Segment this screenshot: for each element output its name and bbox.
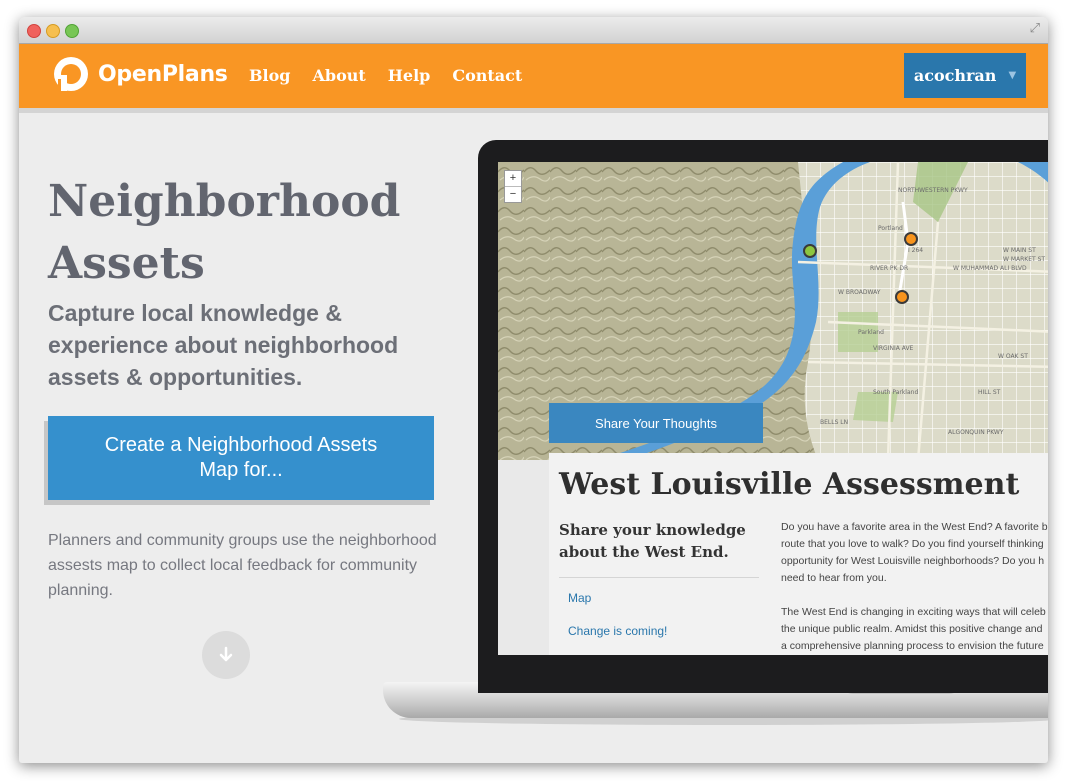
zoom-in-button[interactable]: + xyxy=(505,171,521,186)
minimize-window-button[interactable] xyxy=(46,24,60,38)
hero-subtitle: Capture local knowledge & experience abo… xyxy=(48,300,399,390)
map-zoom-control: + − xyxy=(504,170,522,203)
share-thoughts-button[interactable]: Share Your Thoughts xyxy=(549,403,763,443)
openplans-logo-icon xyxy=(52,55,90,93)
arrow-down-icon xyxy=(219,646,233,662)
map-label-i264: I 264 xyxy=(908,247,923,254)
map-label-main: W MAIN ST xyxy=(1003,247,1036,254)
create-map-button-label: Create a Neighborhood Assets Map for... xyxy=(104,434,378,481)
map-label-parkland: Parkland xyxy=(858,329,884,336)
paragraph1-line: opportunity for West Louisville neighbor… xyxy=(781,555,1045,567)
map-marker-orange-1[interactable] xyxy=(904,232,918,246)
brand-logo[interactable]: OpenPlans xyxy=(52,55,228,93)
laptop-frame: NORTHWESTERN PKWY Portland I 264 W MAIN … xyxy=(478,140,1048,693)
map-label-virginia: VIRGINIA AVE xyxy=(873,345,914,352)
preview-body-text: Do you have a favorite area in the West … xyxy=(781,519,1048,655)
create-map-button[interactable]: Create a Neighborhood Assets Map for... xyxy=(48,416,434,500)
chevron-down-icon: ▼ xyxy=(1008,70,1017,81)
close-window-button[interactable] xyxy=(27,24,41,38)
preview-link-change[interactable]: Change is coming! xyxy=(568,624,667,638)
map-label-northwestern: NORTHWESTERN PKWY xyxy=(898,187,968,194)
zoom-out-button[interactable]: − xyxy=(505,186,521,202)
map-marker-green[interactable] xyxy=(803,244,817,258)
panel-divider xyxy=(559,577,759,578)
paragraph1-line: Do you have a favorite area in the West … xyxy=(781,521,1048,533)
nav-link-blog[interactable]: Blog xyxy=(249,66,290,85)
user-menu-button[interactable]: acochran ▼ xyxy=(904,53,1026,98)
preview-info-panel: West Louisville Assessment Share your kn… xyxy=(549,453,1048,655)
hero-title: Neighborhood Assets xyxy=(48,176,401,289)
map-label-algonquin: ALGONQUIN PKWY xyxy=(948,429,1004,436)
map-label-portland: Portland xyxy=(878,225,903,232)
map-label-river-pk: RIVER PK DR xyxy=(870,265,908,272)
map-label-oak: W OAK ST xyxy=(998,353,1028,360)
browser-window: ⤢ OpenPlans Blog About Help Contact acoc… xyxy=(19,17,1048,763)
paragraph2-line: the unique public realm. Amidst this pos… xyxy=(781,623,1043,635)
preview-subtitle: Share your knowledge about the West End. xyxy=(559,521,746,561)
paragraph2-line: a comprehensive planning process to envi… xyxy=(781,640,1044,652)
nav-link-help[interactable]: Help xyxy=(388,66,431,85)
map-marker-orange-2[interactable] xyxy=(895,290,909,304)
fullscreen-icon[interactable]: ⤢ xyxy=(1030,21,1040,36)
paragraph1-line: need to hear from you. xyxy=(781,572,887,584)
window-titlebar: ⤢ xyxy=(19,17,1048,44)
nav-link-contact[interactable]: Contact xyxy=(452,66,522,85)
map-label-hill: HILL ST xyxy=(978,389,1001,396)
map-label-market: W MARKET ST xyxy=(1003,256,1045,263)
scroll-down-button[interactable] xyxy=(202,631,250,679)
map-label-muhammad-ali: W MUHAMMAD ALI BLVD xyxy=(953,265,1027,272)
map-label-bells: BELLS LN xyxy=(820,419,848,426)
paragraph1-line: route that you love to walk? Do you find… xyxy=(781,538,1044,550)
laptop-screen: NORTHWESTERN PKWY Portland I 264 W MAIN … xyxy=(498,162,1048,655)
preview-link-map[interactable]: Map xyxy=(568,591,591,605)
map-label-south-parkland: South Parkland xyxy=(873,389,918,396)
brand-name: OpenPlans xyxy=(98,61,228,87)
zoom-window-button[interactable] xyxy=(65,24,79,38)
username: acochran xyxy=(913,66,997,85)
hero-section: Neighborhood Assets Capture local knowle… xyxy=(19,113,1048,755)
main-nav: Blog About Help Contact xyxy=(249,66,544,85)
site-navbar: OpenPlans Blog About Help Contact acochr… xyxy=(19,44,1048,113)
preview-title: West Louisville Assessment xyxy=(559,467,1020,502)
paragraph2-line: The West End is changing in exciting way… xyxy=(781,606,1046,618)
hero-description: Planners and community groups use the ne… xyxy=(48,532,437,599)
map-label-west-broadway: W BROADWAY xyxy=(838,289,881,296)
nav-link-about[interactable]: About xyxy=(312,66,365,85)
